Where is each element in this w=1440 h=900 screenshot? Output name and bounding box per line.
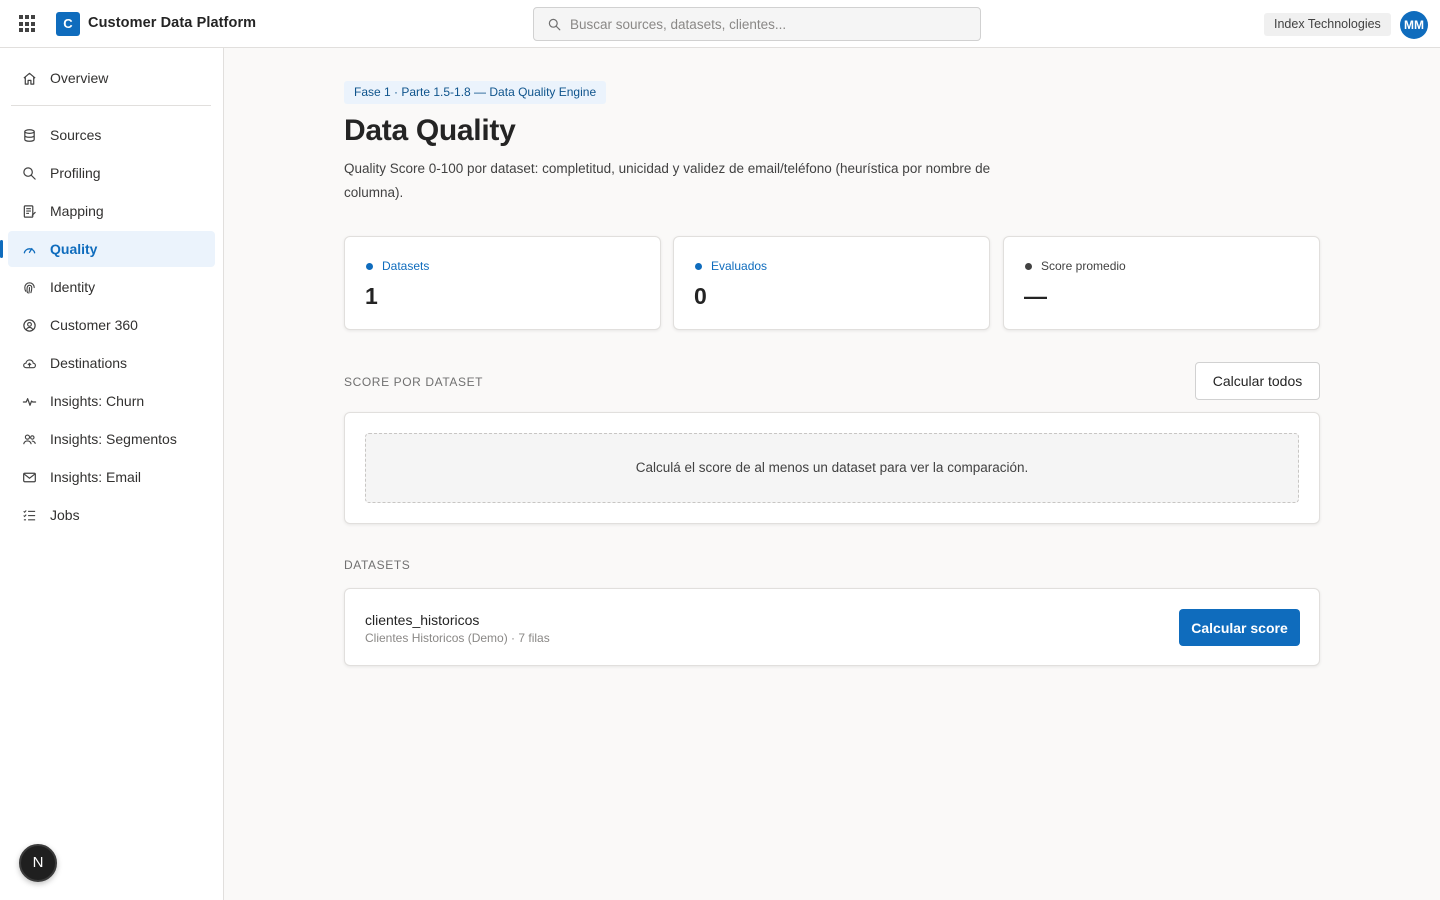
score-panel: Calculá el score de al menos un dataset … bbox=[344, 412, 1320, 524]
sidebar: Overview Sources Profiling Mapping Quali… bbox=[0, 48, 224, 900]
sidebar-item-jobs[interactable]: Jobs bbox=[8, 497, 215, 533]
task-list-icon bbox=[21, 507, 37, 523]
sidebar-item-label: Jobs bbox=[50, 507, 80, 523]
sidebar-item-label: Mapping bbox=[50, 203, 104, 219]
sidebar-item-label: Quality bbox=[50, 241, 98, 257]
dataset-meta: Clientes Historicos (Demo) · 7 filas bbox=[365, 631, 550, 645]
stat-value: 1 bbox=[365, 283, 378, 309]
sidebar-item-label: Insights: Segmentos bbox=[50, 431, 177, 447]
empty-state: Calculá el score de al menos un dataset … bbox=[365, 433, 1299, 503]
dataset-name: clientes_historicos bbox=[365, 612, 480, 628]
status-dot bbox=[1025, 262, 1032, 270]
sidebar-item-label: Overview bbox=[50, 70, 109, 86]
user-circle-icon bbox=[21, 317, 37, 333]
database-icon bbox=[21, 127, 37, 143]
sidebar-item-label: Sources bbox=[50, 127, 102, 143]
sidebar-item-overview[interactable]: Overview bbox=[8, 60, 215, 96]
sidebar-item-insights-segmentos[interactable]: Insights: Segmentos bbox=[8, 421, 215, 457]
search-box[interactable] bbox=[533, 7, 981, 41]
brand-name[interactable]: Customer Data Platform bbox=[88, 15, 256, 31]
sidebar-item-profiling[interactable]: Profiling bbox=[8, 155, 215, 191]
cloud-upload-icon bbox=[21, 355, 37, 371]
sidebar-item-label: Identity bbox=[50, 279, 96, 295]
mapping-icon bbox=[21, 203, 37, 219]
sidebar-item-identity[interactable]: Identity bbox=[8, 269, 215, 305]
fingerprint-icon bbox=[21, 279, 37, 295]
stat-label: Datasets bbox=[366, 259, 429, 273]
sidebar-item-customer-360[interactable]: Customer 360 bbox=[8, 307, 215, 343]
search-input[interactable] bbox=[570, 16, 970, 32]
top-bar: C Customer Data Platform Index Technolog… bbox=[0, 0, 1440, 48]
mail-icon bbox=[21, 469, 37, 485]
stat-card-score-promedio: Score promedio — bbox=[1003, 236, 1320, 330]
gauge-icon bbox=[21, 241, 37, 257]
sidebar-item-destinations[interactable]: Destinations bbox=[8, 345, 215, 381]
dev-badge[interactable]: N bbox=[19, 844, 57, 882]
section-label-datasets: DATASETS bbox=[344, 558, 411, 572]
user-avatar[interactable]: MM bbox=[1400, 11, 1428, 39]
status-dot bbox=[695, 262, 702, 270]
tenant-badge[interactable]: Index Technologies bbox=[1264, 13, 1391, 36]
search-icon bbox=[21, 165, 37, 181]
sidebar-item-quality[interactable]: Quality bbox=[0, 231, 215, 267]
stat-label: Evaluados bbox=[695, 259, 767, 273]
status-dot bbox=[366, 262, 373, 270]
sidebar-item-insights-churn[interactable]: Insights: Churn bbox=[8, 383, 215, 419]
sidebar-divider bbox=[11, 105, 211, 106]
sidebar-item-sources[interactable]: Sources bbox=[8, 117, 215, 153]
page-title: Data Quality bbox=[344, 114, 516, 147]
phase-pill: Fase 1 · Parte 1.5-1.8 — Data Quality En… bbox=[344, 81, 607, 104]
stat-card-datasets: Datasets 1 bbox=[344, 236, 661, 330]
sidebar-item-insights-email[interactable]: Insights: Email bbox=[8, 459, 215, 495]
stat-value: — bbox=[1024, 283, 1047, 309]
stat-card-evaluados: Evaluados 0 bbox=[673, 236, 990, 330]
search-icon bbox=[548, 18, 561, 30]
sidebar-item-mapping[interactable]: Mapping bbox=[8, 193, 215, 229]
sidebar-item-label: Insights: Email bbox=[50, 469, 142, 485]
section-label-score: SCORE POR DATASET bbox=[344, 375, 484, 389]
sidebar-item-label: Customer 360 bbox=[50, 317, 138, 333]
page-subtitle: Quality Score 0-100 por dataset: complet… bbox=[344, 161, 991, 200]
calculate-all-button[interactable]: Calcular todos bbox=[1195, 362, 1320, 400]
dataset-row: clientes_historicos Clientes Historicos … bbox=[344, 588, 1320, 666]
app-launcher-icon[interactable] bbox=[19, 15, 37, 33]
brand-logo[interactable]: C bbox=[56, 12, 80, 36]
sidebar-item-label: Profiling bbox=[50, 165, 101, 181]
people-icon bbox=[21, 431, 37, 447]
sidebar-item-label: Insights: Churn bbox=[50, 393, 145, 409]
stat-value: 0 bbox=[694, 283, 707, 309]
sidebar-item-label: Destinations bbox=[50, 355, 128, 371]
calculate-score-button[interactable]: Calcular score bbox=[1179, 609, 1300, 646]
stat-label: Score promedio bbox=[1025, 259, 1126, 273]
pulse-icon bbox=[21, 393, 37, 409]
home-icon bbox=[21, 70, 37, 86]
